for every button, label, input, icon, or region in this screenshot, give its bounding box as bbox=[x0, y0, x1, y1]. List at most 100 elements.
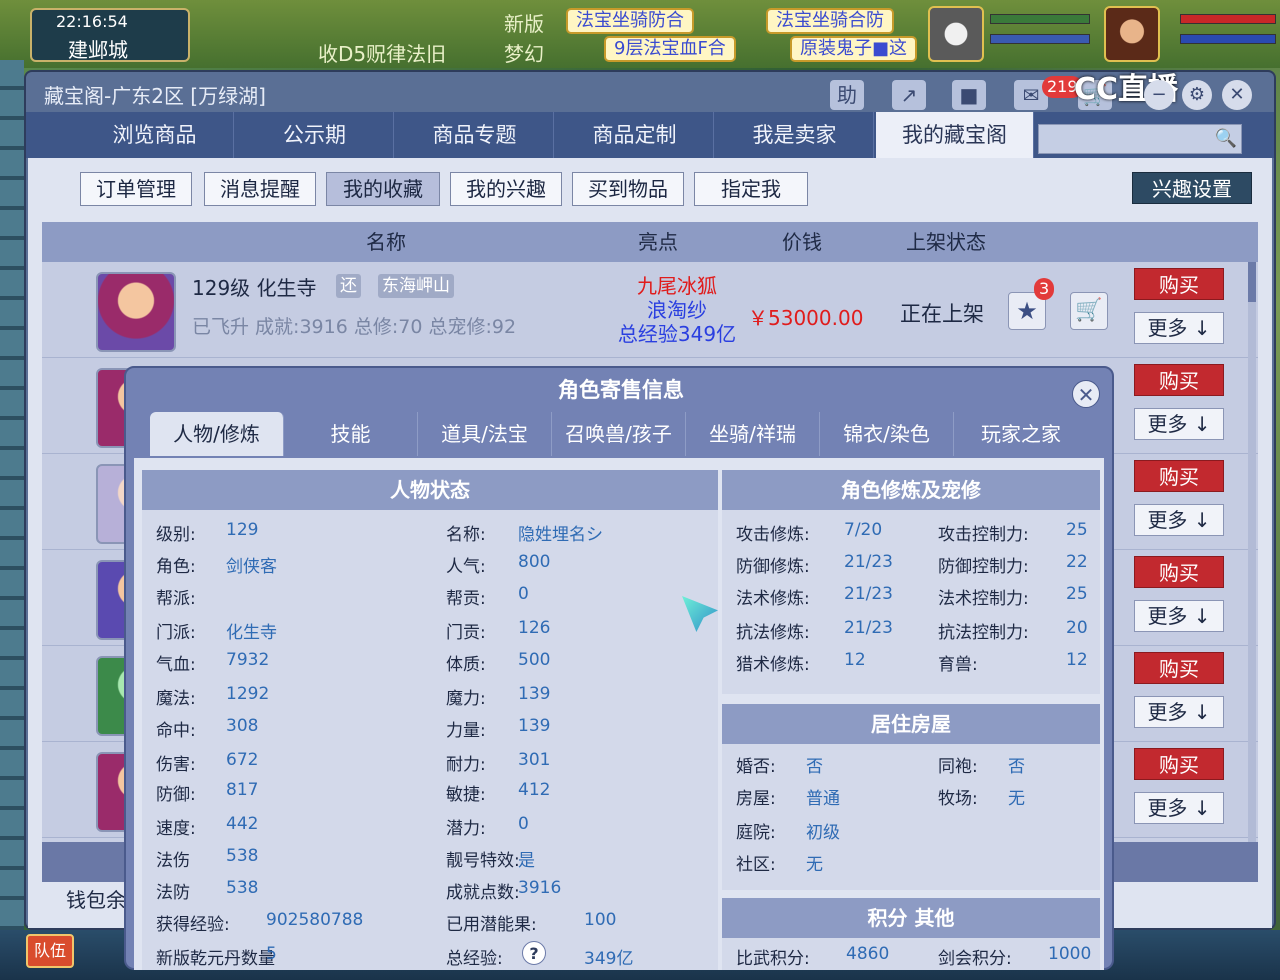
server-tag: 东海岬山 bbox=[378, 274, 454, 298]
stat-label: 门派: bbox=[156, 623, 196, 643]
points-panel: 积分 其他 比武积分: 4860 剑会积分: 1000 bbox=[722, 898, 1100, 970]
stat-label: 新版乾元丹数量 bbox=[156, 949, 275, 969]
order-management-button[interactable]: 订单管理 bbox=[80, 172, 192, 206]
more-button[interactable]: 更多 ↓ bbox=[1134, 504, 1224, 536]
stat-value: 800 bbox=[518, 552, 551, 572]
stat-label: 防御: bbox=[156, 785, 196, 805]
price: ￥53000.00 bbox=[748, 306, 864, 330]
share-icon[interactable]: ↗ bbox=[892, 80, 926, 110]
pvp-points-label: 比武积分: bbox=[736, 949, 810, 969]
buy-button[interactable]: 购买 bbox=[1134, 460, 1224, 492]
more-button[interactable]: 更多 ↓ bbox=[1134, 792, 1224, 824]
highlight-exp: 总经验349亿 bbox=[617, 322, 737, 346]
scrollbar-thumb[interactable] bbox=[1248, 262, 1256, 302]
city-name: 建邺城 bbox=[68, 38, 128, 62]
character-avatar[interactable] bbox=[96, 272, 176, 352]
cultivation-value: 21/23 bbox=[844, 584, 893, 604]
stat-value: 349亿 bbox=[584, 949, 634, 969]
tab-pets[interactable]: 召唤兽/孩子 bbox=[552, 412, 686, 456]
interest-settings-button[interactable]: 兴趣设置 bbox=[1132, 172, 1252, 204]
close-window-icon[interactable]: ✕ bbox=[1222, 80, 1252, 110]
tab-outfits[interactable]: 锦衣/染色 bbox=[820, 412, 954, 456]
stat-value: 7932 bbox=[226, 650, 270, 670]
tab-my-pavilion[interactable]: 我的藏宝阁 bbox=[876, 112, 1034, 158]
tab-skills[interactable]: 技能 bbox=[284, 412, 418, 456]
tab-mounts[interactable]: 坐骑/祥瑞 bbox=[686, 412, 820, 456]
control-value: 12 bbox=[1066, 650, 1088, 670]
more-button[interactable]: 更多 ↓ bbox=[1134, 696, 1224, 728]
house-label: 社区: bbox=[736, 855, 776, 875]
search-icon[interactable]: 🔍 bbox=[1215, 128, 1237, 149]
more-button[interactable]: 更多 ↓ bbox=[1134, 600, 1224, 632]
more-button[interactable]: 更多 ↓ bbox=[1134, 408, 1224, 440]
my-interests-button[interactable]: 我的兴趣 bbox=[450, 172, 562, 206]
buy-button[interactable]: 购买 bbox=[1134, 556, 1224, 588]
stat-value: 308 bbox=[226, 716, 259, 736]
add-to-cart-icon[interactable]: 🛒 bbox=[1070, 292, 1108, 330]
house-heading: 居住房屋 bbox=[722, 704, 1100, 744]
window-title: 藏宝阁-广东2区 [万绿湖] bbox=[44, 84, 266, 108]
control-label: 法术控制力: bbox=[938, 589, 1029, 609]
stat-label: 法防 bbox=[156, 883, 190, 903]
tab-custom[interactable]: 商品定制 bbox=[556, 112, 714, 158]
announcement-1[interactable]: 法宝坐骑防合 bbox=[566, 8, 694, 34]
pet-avatar[interactable] bbox=[928, 6, 984, 62]
more-button[interactable]: 更多 ↓ bbox=[1134, 312, 1224, 344]
team-button[interactable]: 队伍 bbox=[26, 934, 74, 968]
tab-character[interactable]: 人物/修炼 bbox=[150, 412, 284, 456]
buy-button[interactable]: 购买 bbox=[1134, 268, 1224, 300]
buy-button[interactable]: 购买 bbox=[1134, 652, 1224, 684]
designated-me-button[interactable]: 指定我 bbox=[694, 172, 808, 206]
control-value: 25 bbox=[1066, 584, 1088, 604]
announcement-4[interactable]: 原装鬼子■这 bbox=[790, 36, 918, 62]
table-scrollbar[interactable] bbox=[1248, 262, 1256, 842]
stat-label: 名称: bbox=[446, 525, 486, 545]
cultivation-label: 防御修炼: bbox=[736, 557, 810, 577]
minimize-icon[interactable]: − bbox=[1144, 80, 1174, 110]
cultivation-label: 法术修炼: bbox=[736, 589, 810, 609]
stat-label: 伤害: bbox=[156, 755, 196, 775]
tab-player-home[interactable]: 玩家之家 bbox=[954, 412, 1088, 456]
stat-label: 角色: bbox=[156, 557, 196, 577]
tab-topics[interactable]: 商品专题 bbox=[396, 112, 554, 158]
stat-value: 500 bbox=[518, 650, 551, 670]
help-question-icon[interactable]: ? bbox=[522, 941, 546, 965]
house-label: 庭院: bbox=[736, 823, 776, 843]
settings-gear-icon[interactable]: ⚙ bbox=[1182, 80, 1212, 110]
pet-mp-bar bbox=[990, 34, 1090, 44]
stat-label: 潜力: bbox=[446, 819, 486, 839]
message-reminder-button[interactable]: 消息提醒 bbox=[204, 172, 316, 206]
bought-items-button[interactable]: 买到物品 bbox=[572, 172, 684, 206]
stat-value: 剑侠客 bbox=[226, 557, 277, 577]
character-status-panel: 人物状态 级别: 129 角色: 剑侠客 帮派: 门派: 化生寺 气血: 7932 魔法: 1292… bbox=[142, 470, 718, 970]
stat-label: 级别: bbox=[156, 525, 196, 545]
stat-label: 帮贡: bbox=[446, 589, 486, 609]
stat-value: 139 bbox=[518, 684, 551, 704]
stat-label: 命中: bbox=[156, 721, 196, 741]
search-input[interactable]: 🔍 bbox=[1038, 124, 1242, 154]
tab-seller[interactable]: 我是卖家 bbox=[716, 112, 874, 158]
col-status: 上架状态 bbox=[906, 230, 986, 254]
player-avatar[interactable] bbox=[1104, 6, 1160, 62]
house-value: 初级 bbox=[806, 823, 840, 843]
tab-public-period[interactable]: 公示期 bbox=[236, 112, 394, 158]
announcement-2[interactable]: 法宝坐骑合防 bbox=[766, 8, 894, 34]
control-label: 攻击控制力: bbox=[938, 525, 1029, 545]
buy-button[interactable]: 购买 bbox=[1134, 748, 1224, 780]
buy-button[interactable]: 购买 bbox=[1134, 364, 1224, 396]
stat-label: 敏捷: bbox=[446, 785, 486, 805]
house-label: 牧场: bbox=[938, 789, 978, 809]
stop-icon[interactable]: ■ bbox=[952, 80, 986, 110]
stat-value: 126 bbox=[518, 618, 551, 638]
house-value: 无 bbox=[1008, 789, 1025, 809]
close-dialog-icon[interactable]: ✕ bbox=[1072, 380, 1100, 408]
control-label: 抗法控制力: bbox=[938, 623, 1029, 643]
tab-browse[interactable]: 浏览商品 bbox=[76, 112, 234, 158]
help-button[interactable]: 助 bbox=[830, 80, 864, 110]
cultivation-value: 21/23 bbox=[844, 618, 893, 638]
my-favorites-button[interactable]: 我的收藏 bbox=[326, 172, 440, 206]
house-value: 普通 bbox=[806, 789, 840, 809]
tab-items[interactable]: 道具/法宝 bbox=[418, 412, 552, 456]
announcement-3[interactable]: 9层法宝血F合 bbox=[604, 36, 736, 62]
table-row[interactable]: 129级 化生寺 还 东海岬山 已飞升 成就:3916 总修:70 总宠修:92… bbox=[42, 262, 1258, 358]
